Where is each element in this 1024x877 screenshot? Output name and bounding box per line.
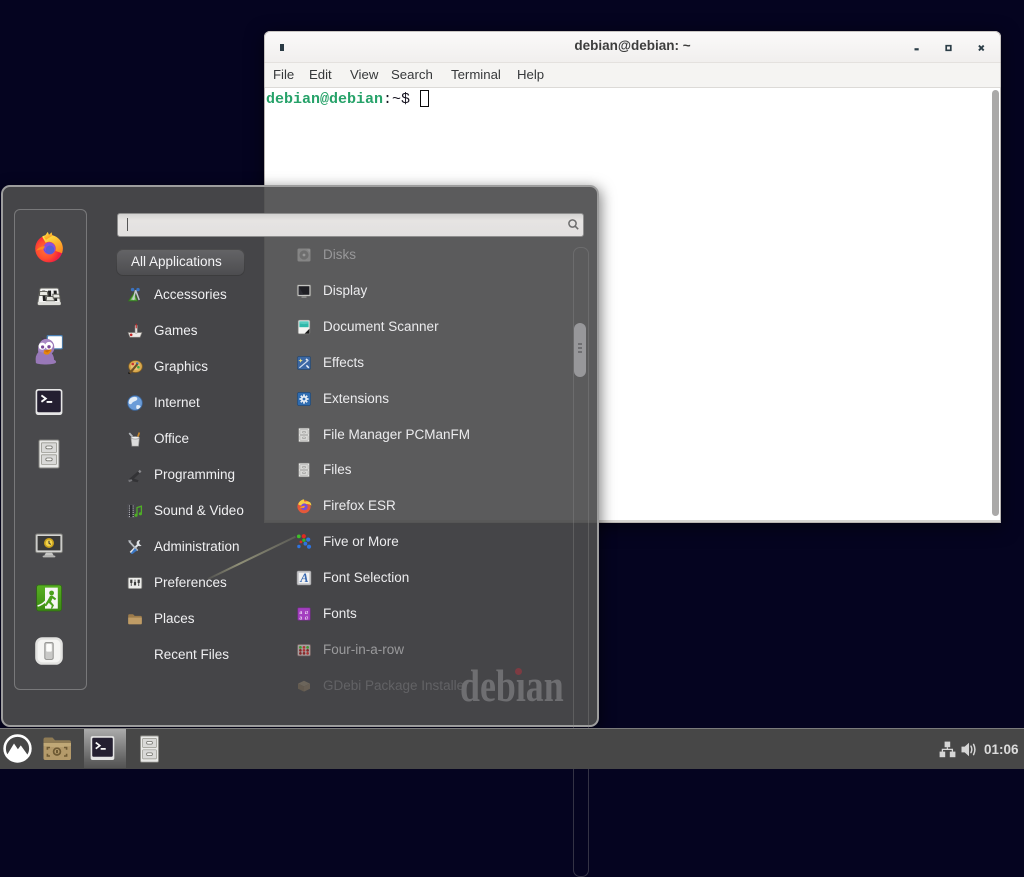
svg-text:a: a bbox=[305, 614, 308, 621]
svg-text:A: A bbox=[299, 571, 308, 585]
svg-text:a: a bbox=[299, 614, 302, 621]
